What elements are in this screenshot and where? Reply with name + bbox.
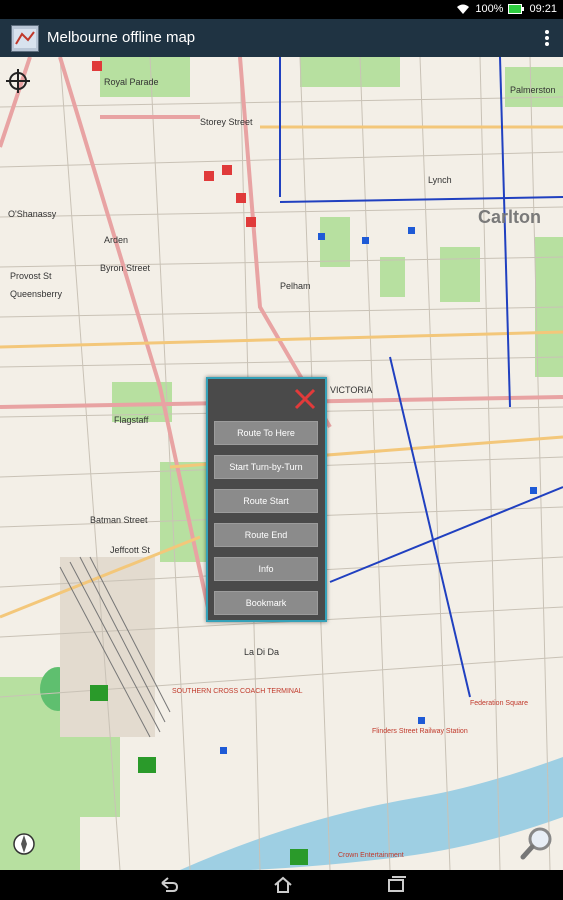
map-label-royal-parade: Royal Parade	[104, 77, 159, 87]
clock: 09:21	[529, 3, 557, 15]
bookmark-button[interactable]: Bookmark	[214, 591, 318, 615]
map-label-la-di-da: La Di Da	[244, 647, 279, 657]
map-label-lynch: Lynch	[428, 175, 452, 185]
battery-percentage: 100%	[475, 3, 504, 15]
app-logo-icon	[11, 25, 39, 52]
app-bar: Melbourne offline map	[0, 19, 563, 57]
route-start-button[interactable]: Route Start	[214, 489, 318, 513]
map-label-carlton: Carlton	[478, 207, 541, 227]
navigation-bar	[0, 870, 563, 900]
map-label-palmerston: Palmerston	[510, 85, 556, 95]
back-icon[interactable]	[158, 875, 180, 895]
map-label-crown: Crown Entertainment	[338, 852, 404, 859]
map-label-arden: Arden	[104, 235, 128, 245]
map-label-provost: Provost St	[10, 271, 52, 281]
location-icon[interactable]	[6, 69, 30, 93]
map-label-oshanassy: O'Shanassy	[8, 209, 57, 219]
map-label-storey-street: Storey Street	[200, 117, 253, 127]
map-label-byron-street: Byron Street	[100, 263, 151, 273]
compass-icon[interactable]	[12, 832, 36, 856]
route-end-button[interactable]: Route End	[214, 523, 318, 547]
status-bar: 100% 09:21	[0, 0, 563, 19]
map-label-flagstaff: Flagstaff	[114, 415, 149, 425]
map-label-batman-street: Batman Street	[90, 515, 148, 525]
map-label-flinders-station: Flinders Street Railway Station	[372, 728, 468, 735]
context-menu: Route To Here Start Turn-by-Turn Route S…	[206, 377, 327, 622]
wifi-icon	[457, 4, 470, 14]
overflow-menu-icon[interactable]	[541, 29, 553, 47]
map-label-jeffcott: Jeffcott St	[110, 545, 150, 555]
info-button[interactable]: Info	[214, 557, 318, 581]
map-label-southern-cross: SOUTHERN CROSS COACH TERMINAL	[172, 688, 303, 695]
search-icon[interactable]	[520, 825, 556, 861]
map-label-victoria: VICTORIA	[330, 385, 372, 395]
map-label-federation-square: Federation Square	[470, 700, 528, 707]
battery-icon	[508, 4, 525, 14]
status-indicators: 100% 09:21	[456, 3, 557, 15]
map-label-pelham: Pelham	[280, 281, 311, 291]
start-turn-by-turn-button[interactable]: Start Turn-by-Turn	[214, 455, 318, 479]
map-label-queensberry: Queensberry	[10, 289, 63, 299]
close-icon[interactable]	[293, 387, 317, 411]
app-title: Melbourne offline map	[47, 29, 196, 46]
home-icon[interactable]	[272, 875, 294, 895]
recent-apps-icon[interactable]	[385, 875, 407, 895]
route-to-here-button[interactable]: Route To Here	[214, 421, 318, 445]
